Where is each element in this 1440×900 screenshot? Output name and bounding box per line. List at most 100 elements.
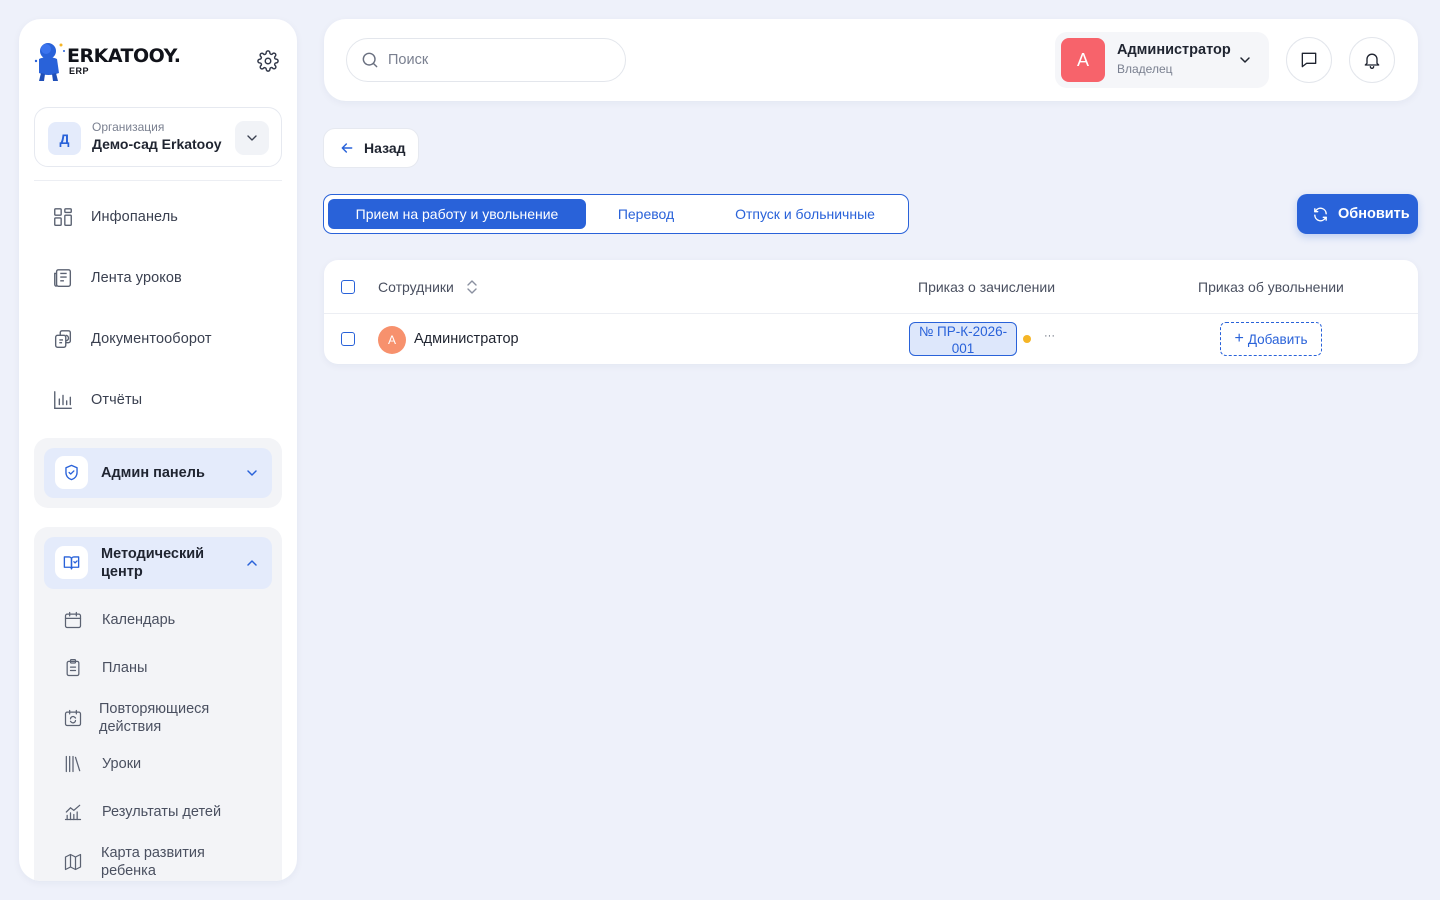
order-number-line: 001 [951, 341, 975, 356]
mascot-icon [34, 43, 65, 81]
notifications-button[interactable] [1349, 37, 1395, 83]
refresh-button[interactable]: Обновить [1297, 194, 1418, 234]
library-icon [65, 755, 81, 773]
org-dropdown-button[interactable] [235, 121, 269, 155]
label-line: центр [101, 564, 143, 580]
settings-button[interactable] [257, 50, 279, 72]
clipboard-icon [66, 659, 80, 677]
label-line: Карта развития [101, 845, 205, 861]
admin-panel-toggle[interactable]: Админ панель [44, 448, 272, 498]
back-button[interactable]: Назад [323, 128, 419, 168]
orders-tabs: Прием на работу и увольнение Перевод Отп… [323, 194, 909, 234]
avatar: А [378, 326, 406, 354]
user-avatar: А [1061, 38, 1105, 82]
column-hire-order: Приказ о зачислении [918, 279, 1056, 295]
sidebar-item-label: Повторяющиеся действия [99, 700, 209, 736]
sidebar-item-label: Календарь [102, 612, 176, 628]
sidebar-item-lessons[interactable]: Уроки [63, 744, 273, 784]
order-number-line: № ПР-К-2026- [918, 324, 1008, 339]
calendar-icon [64, 611, 82, 629]
dashboard-icon [54, 208, 72, 226]
sidebar-item-label: Планы [102, 660, 148, 676]
sidebar-item-documents[interactable]: Документооборот [52, 319, 282, 359]
brand-logo[interactable]: ERKATOOY. ERP [33, 39, 181, 83]
documents-icon [54, 330, 72, 348]
recurring-icon [64, 709, 82, 727]
more-options-icon[interactable]: ··· [1044, 330, 1055, 342]
back-label: Назад [364, 140, 406, 156]
newspaper-icon [54, 269, 72, 287]
chevron-down-icon [247, 135, 257, 141]
row-checkbox[interactable] [341, 332, 355, 346]
sidebar-divider [34, 180, 282, 181]
label-line: Повторяющиеся [99, 701, 210, 717]
refresh-label: Обновить [1338, 206, 1410, 222]
sidebar-item-dashboard[interactable]: Инфопанель [52, 197, 282, 237]
chat-icon [1301, 52, 1317, 68]
sidebar-item-label: Результаты детей [102, 804, 222, 820]
chevron-down-icon [1240, 57, 1250, 63]
search-input[interactable] [388, 52, 608, 68]
column-employees: Сотрудники [378, 279, 454, 295]
table-header: Сотрудники Приказ о зачислении Приказ об… [324, 260, 1418, 314]
sidebar-item-children-results[interactable]: Результаты детей [63, 792, 273, 832]
org-label: Организация [92, 120, 165, 134]
chart-icon [54, 391, 72, 409]
label-line: действия [99, 719, 162, 735]
book-icon [63, 556, 80, 570]
methodical-icon-box [55, 546, 88, 579]
sidebar-item-lesson-feed[interactable]: Лента уроков [52, 258, 282, 298]
brand-sub: ERP [69, 65, 90, 76]
admin-panel-group: Админ панель [34, 438, 282, 508]
admin-panel-label: Админ панель [101, 465, 205, 481]
messages-button[interactable] [1286, 37, 1332, 83]
bell-icon [1364, 53, 1380, 69]
label-line: ребенка [101, 863, 156, 879]
search-icon [362, 52, 378, 68]
shield-icon [65, 464, 78, 481]
select-all-checkbox[interactable] [341, 280, 355, 294]
user-menu[interactable]: А Администратор Владелец [1055, 32, 1269, 88]
employee-name: Администратор [414, 331, 519, 347]
employees-table: Сотрудники Приказ о зачислении Приказ об… [324, 260, 1418, 364]
trend-icon [64, 804, 82, 821]
sidebar-item-label: Карта развития ребенка [101, 844, 205, 880]
methodical-center-toggle[interactable]: Методический центр [44, 537, 272, 589]
tab-vacation-sick-leave[interactable]: Отпуск и больничные [716, 199, 894, 229]
tab-transfer[interactable]: Перевод [590, 199, 702, 229]
column-dismissal-order: Приказ об увольнении [1198, 279, 1344, 295]
map-icon [64, 853, 82, 871]
label-line: Методический [101, 546, 205, 562]
chevron-up-icon [247, 560, 257, 566]
search-box[interactable] [346, 38, 626, 82]
hire-order-badge[interactable]: № ПР-К-2026- 001 [909, 322, 1017, 356]
user-role: Владелец [1117, 62, 1173, 76]
add-label: Добавить [1247, 331, 1308, 347]
methodical-center-label: Методический центр [101, 545, 204, 581]
organization-selector[interactable]: Д Организация Демо-сад Erkatooy [34, 107, 282, 167]
org-name: Демо-сад Erkatooy [92, 136, 222, 152]
org-avatar: Д [48, 122, 81, 155]
plus-icon: + [1234, 330, 1244, 347]
sidebar-item-label: Лента уроков [91, 270, 182, 286]
chevron-down-icon [247, 470, 257, 476]
status-dot [1023, 335, 1031, 343]
tab-hire-dismissal[interactable]: Прием на работу и увольнение [328, 199, 586, 229]
arrow-left-icon [341, 143, 353, 153]
sidebar-item-reports[interactable]: Отчёты [52, 380, 282, 420]
admin-icon-box [55, 456, 88, 489]
sidebar-item-plans[interactable]: Планы [63, 648, 273, 688]
add-dismissal-order-button[interactable]: + Добавить [1220, 322, 1322, 356]
sidebar: ERKATOOY. ERP Д Организация Демо-сад Erk… [19, 19, 297, 881]
refresh-icon [1314, 207, 1327, 221]
sidebar-item-label: Документооборот [91, 331, 212, 347]
sidebar-item-development-map[interactable]: Карта развития ребенка [63, 840, 273, 881]
user-name: Администратор [1117, 42, 1231, 58]
sidebar-item-calendar[interactable]: Календарь [63, 600, 273, 640]
sidebar-item-recurring-actions[interactable]: Повторяющиеся действия [63, 696, 273, 740]
sidebar-item-label: Уроки [102, 756, 142, 772]
gear-icon [257, 50, 279, 72]
sidebar-item-label: Отчёты [91, 392, 143, 408]
sort-icon[interactable] [465, 279, 479, 295]
top-bar: А Администратор Владелец [324, 19, 1418, 101]
